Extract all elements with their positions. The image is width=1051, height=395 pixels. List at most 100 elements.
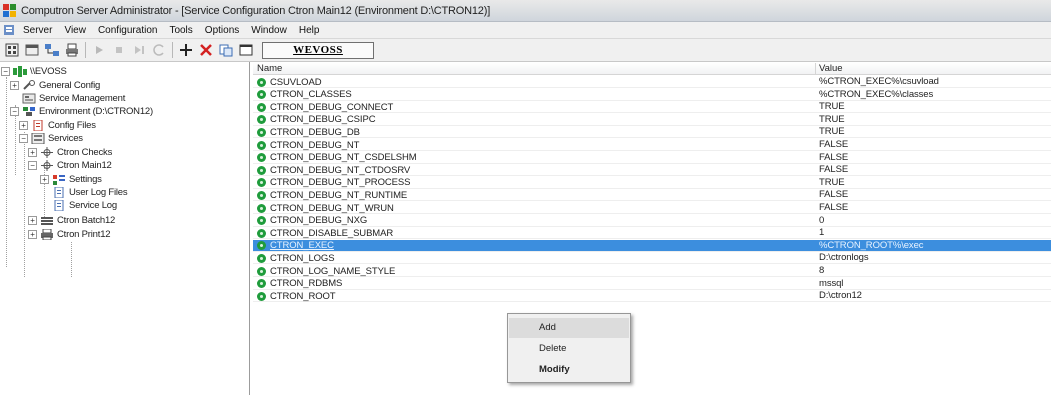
row-name-cell: CTRON_DEBUG_NT_CSDELSHM	[257, 152, 417, 164]
tree-label: Settings	[69, 173, 102, 185]
table-row[interactable]: CTRON_DISABLE_SUBMAR 1	[253, 227, 1051, 240]
context-menu-delete[interactable]: Delete	[509, 339, 629, 359]
server-name-box[interactable]: WEVOSS	[262, 41, 374, 59]
tree-node-services[interactable]: − Services	[19, 132, 83, 144]
play-icon[interactable]	[89, 40, 109, 60]
table-row[interactable]: CTRON_DEBUG_DB TRUE	[253, 126, 1051, 139]
add-icon[interactable]	[176, 40, 196, 60]
table-row[interactable]: CSUVLOAD %CTRON_EXEC%\csuvload	[253, 76, 1051, 88]
tree-node-general-config[interactable]: + General Config	[10, 79, 100, 91]
collapse-icon[interactable]: −	[1, 66, 10, 76]
setting-gear-icon	[257, 77, 266, 87]
print-icon[interactable]	[62, 40, 82, 60]
table-row[interactable]: CTRON_CLASSES %CTRON_EXEC%\classes	[253, 89, 1051, 101]
step-icon[interactable]	[129, 40, 149, 60]
log-file-icon	[52, 186, 66, 198]
table-row[interactable]: CTRON_DEBUG_NT_PROCESS TRUE	[253, 177, 1051, 189]
window-icon[interactable]	[236, 40, 256, 60]
setting-gear-icon	[257, 90, 266, 100]
server-name: WEVOSS	[293, 44, 343, 56]
context-menu-modify[interactable]: Modify	[509, 360, 629, 380]
table-row[interactable]: CTRON_EXEC %CTRON_ROOT%\exec	[253, 239, 1051, 252]
copy-icon[interactable]	[216, 40, 236, 60]
setting-value: D:\ctronlogs	[819, 252, 869, 264]
setting-value: D:\ctron12	[819, 290, 862, 302]
stop-icon[interactable]	[109, 40, 129, 60]
menu-view[interactable]: View	[58, 25, 92, 36]
properties-icon[interactable]	[22, 40, 42, 60]
server-list-icon[interactable]	[2, 40, 22, 60]
file-icon	[31, 119, 45, 131]
expand-icon[interactable]: +	[40, 174, 49, 184]
tree-node-service-management[interactable]: Service Management	[22, 92, 125, 104]
row-name-cell: CTRON_ROOT	[257, 290, 336, 302]
context-menu-add[interactable]: Add	[509, 318, 629, 338]
tree-node-ctron-main12[interactable]: − Ctron Main12	[28, 159, 112, 171]
table-row[interactable]: CTRON_DEBUG_NT_CTDOSRV FALSE	[253, 164, 1051, 177]
setting-gear-icon	[257, 216, 266, 226]
expand-icon[interactable]: +	[28, 147, 37, 157]
setting-name: CTRON_EXEC	[270, 240, 334, 252]
table-row[interactable]: CTRON_DEBUG_CONNECT TRUE	[253, 101, 1051, 114]
tree-node-ctron-batch12[interactable]: + Ctron Batch12	[28, 214, 115, 226]
collapse-icon[interactable]: −	[28, 160, 37, 170]
column-header-name[interactable]: Name	[253, 63, 282, 75]
table-row[interactable]: CTRON_RDBMS mssql	[253, 278, 1051, 290]
setting-value: 0	[819, 214, 825, 226]
tree-label: General Config	[39, 79, 101, 91]
column-header-value[interactable]: Value	[815, 63, 843, 75]
network-icon[interactable]	[42, 40, 62, 60]
collapse-icon[interactable]: −	[10, 106, 19, 116]
tree-node-user-log-files[interactable]: User Log Files	[52, 186, 128, 198]
document-menu-icon[interactable]	[2, 24, 15, 37]
table-row[interactable]: CTRON_LOG_NAME_STYLE 8	[253, 265, 1051, 277]
setting-name: CTRON_CLASSES	[270, 89, 352, 101]
setting-name: CTRON_DEBUG_DB	[270, 126, 360, 138]
menu-window[interactable]: Window	[245, 25, 293, 36]
tree-node-environment[interactable]: − Environment (D:\CTRON12)	[10, 105, 153, 117]
table-row[interactable]: CTRON_DEBUG_CSIPC TRUE	[253, 114, 1051, 126]
tree-node-ctron-print12[interactable]: + Ctron Print12	[28, 228, 111, 240]
expand-icon[interactable]: +	[28, 215, 37, 225]
environment-icon	[22, 106, 36, 117]
tree-node-settings[interactable]: + Settings	[40, 173, 102, 185]
table-row[interactable]: CTRON_DEBUG_NXG 0	[253, 215, 1051, 227]
expand-icon[interactable]: +	[10, 80, 19, 90]
tree-node-config-files[interactable]: + Config Files	[19, 119, 96, 131]
table-row[interactable]: CTRON_DEBUG_NT_RUNTIME FALSE	[253, 189, 1051, 202]
tree-label: Services	[48, 132, 83, 144]
row-name-cell: CTRON_DEBUG_NT	[257, 139, 359, 151]
table-row[interactable]: CTRON_DEBUG_NT FALSE	[253, 139, 1051, 151]
tree-node-service-log[interactable]: Service Log	[52, 199, 117, 211]
expand-icon[interactable]: +	[19, 120, 28, 130]
menu-tools[interactable]: Tools	[163, 25, 198, 36]
setting-value: %CTRON_ROOT%\exec	[819, 239, 924, 251]
menu-server[interactable]: Server	[17, 25, 58, 36]
setting-name: CTRON_DISABLE_SUBMAR	[270, 227, 394, 239]
menu-help[interactable]: Help	[293, 25, 326, 36]
tree-node-ctron-checks[interactable]: + Ctron Checks	[28, 146, 112, 158]
grid-header: Name Value	[253, 63, 1051, 75]
table-row[interactable]: CTRON_DEBUG_NT_WRUN FALSE	[253, 202, 1051, 214]
menu-configuration[interactable]: Configuration	[92, 25, 163, 36]
setting-gear-icon	[257, 203, 266, 213]
expand-icon[interactable]: +	[28, 229, 37, 239]
table-row[interactable]: CTRON_LOGS D:\ctronlogs	[253, 252, 1051, 265]
setting-gear-icon	[257, 241, 266, 251]
setting-value: FALSE	[819, 189, 849, 201]
settings-grid: Name Value CSUVLOAD %CTRON_EXEC%\csuvload…	[253, 62, 1051, 395]
tree-label: User Log Files	[69, 186, 128, 198]
setting-value: TRUE	[819, 101, 845, 113]
collapse-icon[interactable]: −	[19, 133, 28, 143]
row-name-cell: CTRON_LOGS	[257, 252, 335, 264]
table-row[interactable]: CTRON_ROOT D:\ctron12	[253, 290, 1051, 303]
tree-node-root[interactable]: − \\EVOSS	[1, 65, 67, 77]
refresh-icon[interactable]	[149, 40, 169, 60]
table-row[interactable]: CTRON_DEBUG_NT_CSDELSHM FALSE	[253, 152, 1051, 164]
row-name-cell: CTRON_LOG_NAME_STYLE	[257, 265, 395, 277]
menu-options[interactable]: Options	[199, 25, 245, 36]
setting-name: CTRON_RDBMS	[270, 278, 343, 290]
delete-icon[interactable]	[196, 40, 216, 60]
setting-gear-icon	[257, 279, 266, 289]
setting-value: TRUE	[819, 113, 845, 125]
